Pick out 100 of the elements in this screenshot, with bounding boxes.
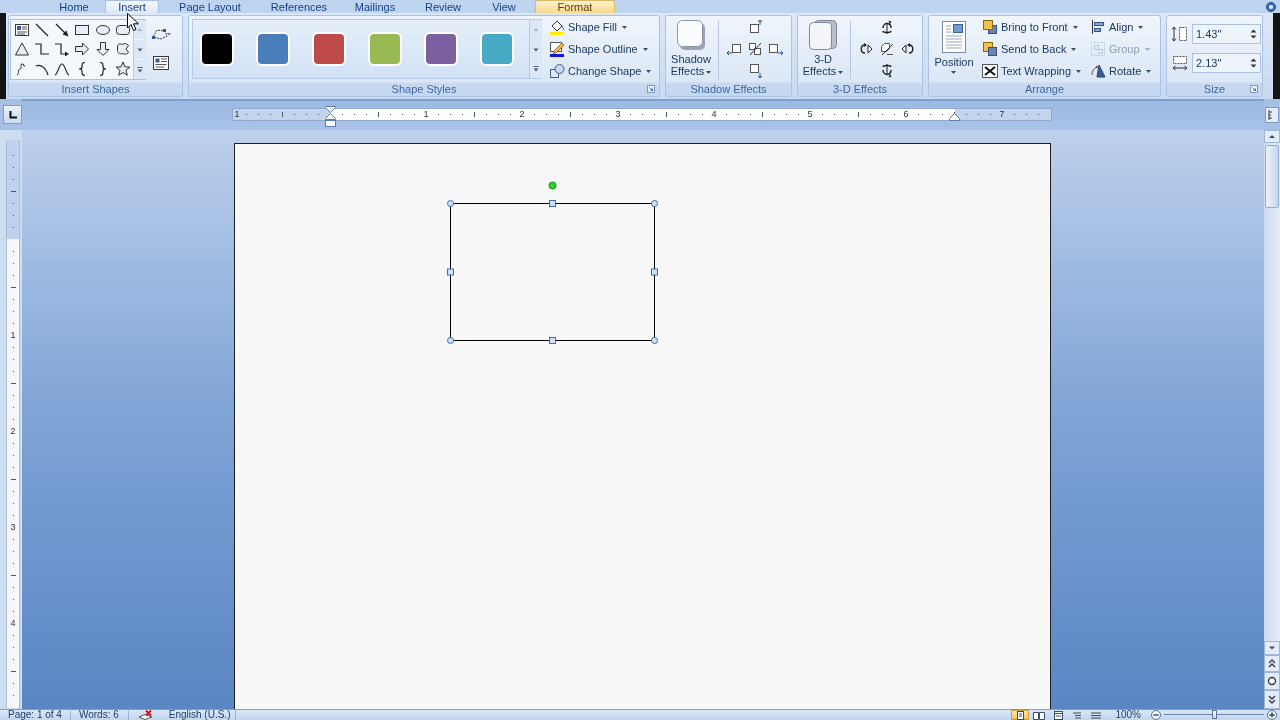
ribbon-tab[interactable]: Review: [413, 0, 473, 13]
elbow-arrow-connector-icon[interactable]: [54, 41, 71, 58]
style-swatch-icon[interactable]: [200, 32, 234, 66]
caret-icon: [646, 69, 652, 73]
triangle-icon[interactable]: [14, 41, 30, 58]
style-swatch-icon[interactable]: [424, 32, 458, 66]
caret-icon: [1138, 25, 1144, 29]
caret-icon: [706, 70, 712, 74]
spinner-arrows-icon[interactable]: [1250, 28, 1257, 40]
zoom-out-icon[interactable]: [1151, 710, 1161, 720]
resize-handle-icon[interactable]: [549, 200, 556, 207]
ruler-number: 4: [711, 109, 717, 120]
zoom-slider[interactable]: [1164, 710, 1264, 720]
pencil-icon: [549, 41, 565, 57]
nudge-right-icon[interactable]: [767, 41, 784, 57]
ruler-number: 1: [9, 330, 17, 340]
ribbon-command-button[interactable]: Change Shape: [547, 60, 654, 82]
ribbon-tab[interactable]: Insert: [105, 0, 159, 13]
spinner-arrows-icon[interactable]: [1250, 57, 1257, 69]
ruler-icon[interactable]: [1265, 107, 1279, 123]
scrollbar-thumb[interactable]: [1265, 145, 1279, 208]
style-swatch-icon[interactable]: [368, 32, 402, 66]
shape-width-field[interactable]: 2.13": [1192, 53, 1261, 73]
resize-handle-icon[interactable]: [651, 337, 658, 344]
ribbon-command-button[interactable]: Rotate: [1088, 60, 1158, 82]
resize-handle-icon[interactable]: [651, 268, 658, 276]
zoom-percentage[interactable]: 100%: [1115, 710, 1141, 720]
ruler-number: 1: [234, 109, 240, 120]
ribbon-tab[interactable]: Mailings: [340, 0, 410, 13]
shape-height-field[interactable]: 1.43": [1192, 24, 1261, 44]
down-arrow-icon[interactable]: [94, 41, 111, 58]
right-indent-marker-icon[interactable]: [949, 113, 960, 121]
dialog-launcher-icon[interactable]: [647, 85, 655, 93]
tab-selector-button[interactable]: [3, 105, 22, 124]
left-tab-stop-icon: [8, 110, 17, 119]
scroll-up-icon[interactable]: [1264, 130, 1280, 143]
ruler-number: 5: [807, 109, 813, 120]
shadow-square-icon: [676, 19, 706, 51]
resize-handle-icon[interactable]: [447, 337, 454, 344]
ribbon-large-button[interactable]: 3-D Effects: [800, 17, 846, 81]
group-label: Insert Shapes: [61, 82, 130, 96]
rotation-handle-icon[interactable]: [548, 181, 557, 190]
style-swatch-icon[interactable]: [312, 32, 346, 66]
ruler-number: 1: [423, 109, 429, 120]
ribbon-tab[interactable]: Page Layout: [162, 0, 258, 13]
arrow-line-icon[interactable]: [54, 21, 71, 38]
more-icon[interactable]: [134, 60, 146, 79]
line-icon[interactable]: [34, 21, 51, 38]
elbow-connector-icon[interactable]: [34, 41, 51, 58]
text-box-icon[interactable]: [153, 56, 169, 70]
resize-handle-icon[interactable]: [549, 337, 556, 344]
ribbon-command-button[interactable]: Shape Fill: [547, 16, 654, 38]
wrap-figure-icon: [982, 63, 998, 79]
group-label: Shadow Effects: [690, 82, 767, 96]
style-swatch-icon[interactable]: [256, 32, 290, 66]
caret-icon: [1144, 47, 1150, 51]
ribbon-command-button[interactable]: Shape Outline: [547, 38, 654, 60]
book-with-x-icon[interactable]: [137, 710, 154, 720]
style-swatch-icon[interactable]: [480, 32, 514, 66]
edit-shape-icon[interactable]: [151, 27, 171, 41]
ruler-number: 2: [519, 109, 525, 120]
freeform-shape-icon[interactable]: [114, 41, 131, 58]
page-with-picture-icon: [941, 20, 967, 54]
resize-handle-icon[interactable]: [447, 268, 454, 276]
stacked-squares-icon: [982, 41, 998, 57]
ribbon-large-button[interactable]: Shadow Effects: [668, 17, 714, 81]
star-icon[interactable]: [114, 60, 131, 77]
scroll-down-icon[interactable]: [1264, 641, 1280, 655]
zoom-slider-thumb[interactable]: [1212, 710, 1217, 719]
ribbon-tab[interactable]: Format: [535, 0, 615, 13]
shadow-on-off-icon[interactable]: [746, 41, 763, 57]
lines-icon: [1090, 710, 1103, 720]
indent-marker-icon[interactable]: [325, 106, 336, 127]
ribbon-large-button[interactable]: Position: [932, 17, 976, 81]
dialog-launcher-icon[interactable]: [1250, 85, 1258, 93]
3d-on-off-icon[interactable]: [878, 41, 895, 57]
view-button[interactable]: [1011, 710, 1030, 720]
ribbon-tab[interactable]: View: [476, 0, 532, 13]
caret-icon: [642, 47, 648, 51]
shapes-icon: [549, 63, 565, 79]
ribbon-tab[interactable]: Home: [46, 0, 102, 13]
resize-handle-icon[interactable]: [447, 200, 454, 207]
ribbon-command-button[interactable]: Bring to Front: [980, 16, 1088, 38]
help-icon[interactable]: [1266, 1, 1276, 12]
word-count[interactable]: Words: 6: [78, 710, 119, 720]
resize-handle-icon[interactable]: [651, 200, 658, 207]
right-arrow-icon[interactable]: [74, 41, 91, 58]
ribbon-command-button[interactable]: Align: [1088, 16, 1158, 38]
page-count[interactable]: Page: 1 of 4: [8, 710, 62, 720]
height-arrows-icon: [1171, 25, 1189, 43]
group-label: Arrange: [1024, 82, 1065, 96]
text-box-icon[interactable]: [14, 21, 30, 38]
language-indicator[interactable]: English (U.S.): [168, 710, 231, 720]
nudge-left-icon[interactable]: [725, 41, 742, 57]
ribbon-command-button[interactable]: Send to Back: [980, 38, 1088, 60]
zoom-in-icon[interactable]: [1267, 710, 1277, 720]
ribbon-command-button[interactable]: Text Wrapping: [980, 60, 1088, 82]
tilt-right-icon[interactable]: [899, 41, 916, 57]
ribbon-tab[interactable]: References: [261, 0, 337, 13]
caret-icon: [1071, 47, 1077, 51]
